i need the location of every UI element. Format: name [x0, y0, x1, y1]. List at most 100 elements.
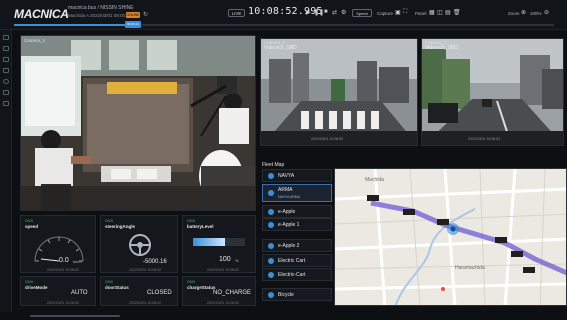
fleet-item-name: Bicycle — [278, 292, 294, 298]
street-view-image-1 — [261, 39, 417, 145]
fleet-item[interactable]: e-Apple — [262, 205, 332, 218]
charge-status-tag: DBW — [187, 280, 196, 284]
camera-side-name: Videorch_SBD — [425, 45, 458, 51]
drive-mode-timestamp: 2022/03/01 10:08:52 — [47, 301, 80, 305]
playback-clock: 10:08:52.995 — [248, 6, 323, 17]
dashboard-icon[interactable] — [3, 46, 9, 51]
speed-card: DBW speed 0.0 km/h 2022/03/01 10:08:52 — [20, 215, 96, 273]
drive-mode-title: driveMode — [25, 285, 48, 290]
timeline-handle[interactable]: 00:05:44 — [124, 21, 141, 28]
camera-front-name: Videorch_SBD — [264, 45, 297, 51]
live-button[interactable]: LIVE — [228, 9, 245, 17]
capture-label: Capture — [377, 11, 394, 16]
speed-select[interactable]: Speed — [352, 9, 372, 17]
panel-label: Panel — [415, 11, 427, 16]
steering-title: steeringAngle — [105, 224, 136, 229]
speed-timestamp: 2022/03/01 10:08:52 — [47, 268, 80, 272]
door-status-timestamp: 2022/03/01 10:08:52 — [129, 301, 162, 305]
drive-mode-card: DBW driveMode AUTO 2022/03/01 10:08:52 — [20, 276, 96, 306]
bottom-scrollbar[interactable] — [0, 312, 567, 320]
left-sidebar — [0, 30, 12, 320]
door-status-tag: DBW — [105, 280, 114, 284]
settings-rail-icon[interactable] — [3, 101, 9, 106]
vehicle-status-icon — [268, 272, 274, 278]
map-icon[interactable] — [3, 68, 9, 73]
battery-title: batteryLevel — [187, 224, 214, 229]
vehicle-status-icon — [268, 190, 274, 196]
zoom-in-icon[interactable]: ⊕ — [521, 9, 526, 16]
fleet-item[interactable]: Electric-Cart — [262, 268, 332, 281]
fleet-item[interactable]: Bicycle — [262, 288, 332, 301]
map-label-1: Haramachida — [455, 265, 485, 271]
map-label-0: Machida — [365, 177, 384, 183]
camera-icon[interactable]: ▣ — [395, 9, 401, 16]
vehicle-status-icon — [268, 222, 274, 228]
map-image: Machida Haramachida — [335, 169, 566, 305]
camera-side-timestamp: 2022/03/01 10:08:52 — [468, 137, 501, 141]
timeline-fill — [14, 24, 133, 26]
brand-logo: MACNICA — [14, 7, 69, 21]
panel-grid-icon[interactable]: ▦ — [429, 9, 435, 16]
battery-card: DBW batteryLevel 100 % 2022/03/01 10:08:… — [182, 215, 256, 273]
zoom-out-icon[interactable]: ⊖ — [544, 9, 549, 16]
vehicle-status-icon — [268, 243, 274, 249]
status-badge: ONLINE — [126, 12, 140, 18]
document-icon[interactable] — [3, 90, 9, 95]
charge-status-value: NO_CHARGE — [213, 290, 252, 296]
speed-value: 0.0 — [59, 257, 69, 264]
route-subtitle: Machida A — [68, 13, 90, 18]
fleet-map-title: Fleet Map — [262, 162, 285, 168]
charge-status-timestamp: 2022/03/01 10:08:52 — [207, 301, 240, 305]
battery-bar-fill — [193, 238, 226, 246]
layout-icon[interactable]: ▤ — [445, 9, 451, 16]
fleet-item-name: e-Apple 2 — [278, 243, 300, 249]
loop-icon[interactable]: ⇄ — [332, 9, 337, 16]
street-view-image-2 — [422, 39, 563, 145]
stop-icon[interactable]: ■ — [324, 9, 328, 15]
delete-icon[interactable]: 🗑 — [453, 9, 461, 16]
fleet-item-name: Electric-Cart — [278, 272, 306, 278]
fleet-map[interactable]: Machida Haramachida — [334, 168, 567, 306]
pause-icon[interactable]: ❚❚ — [314, 9, 324, 16]
camera-front-view[interactable]: Camera_2 Videorch_SBD 2022/03/01 10:08:5… — [260, 38, 418, 146]
camera-main-label: Camera_1 — [24, 38, 46, 43]
menu-icon[interactable] — [3, 35, 9, 40]
speed-unit: km/h — [73, 259, 82, 264]
steering-wheel-icon — [129, 234, 151, 256]
vehicle-status-icon — [268, 209, 274, 215]
camera-list-icon[interactable] — [3, 57, 9, 62]
fleet-item-name: NAVYA — [278, 173, 295, 179]
steering-value: -5000.16 — [143, 259, 167, 265]
camera-main-view[interactable]: Camera_1 — [20, 35, 256, 211]
zoom-label: Zoom — [508, 11, 520, 16]
vehicle-status-icon — [268, 292, 274, 298]
settings-icon[interactable]: ⚙ — [341, 9, 346, 16]
battery-unit: % — [235, 258, 239, 263]
battery-value: 100 — [219, 256, 231, 263]
door-status-value: CLOSED — [147, 290, 172, 296]
scrollbar-thumb[interactable] — [30, 315, 120, 317]
fleet-item[interactable]: Electric Cart — [262, 254, 332, 267]
fullscreen-icon[interactable]: ⛶ — [403, 9, 407, 16]
vehicle-status-icon — [268, 173, 274, 179]
fleet-item[interactable]: e-Apple 1 — [262, 218, 332, 231]
door-status-card: DBW doorStatus CLOSED 2022/03/01 10:08:5… — [100, 276, 178, 306]
camera-side-view[interactable]: Camera_3 Videorch_SBD 2022/03/01 10:08:5… — [421, 38, 564, 146]
fleet-item[interactable]: NAVYA — [262, 169, 332, 182]
battery-timestamp: 2022/03/01 10:08:52 — [207, 268, 240, 272]
route-title: macnica bus / NISSIN SHINE — [68, 5, 134, 11]
drive-mode-value: AUTO — [71, 290, 88, 296]
play-icon[interactable]: ▶ — [306, 9, 311, 16]
user-icon[interactable] — [3, 79, 9, 84]
door-status-title: doorStatus — [105, 285, 129, 290]
speed-tag: DBW — [25, 219, 34, 223]
panel-split-icon[interactable]: ◫ — [437, 9, 443, 16]
charge-status-title: chargeStatus — [187, 285, 216, 290]
refresh-icon[interactable]: ↻ — [143, 11, 148, 18]
fleet-item-subtitle: NAVYA ARMA — [278, 195, 301, 199]
fleet-item[interactable]: e-Apple 2 — [262, 239, 332, 252]
fleet-item[interactable]: ARMA NAVYA ARMA — [262, 184, 332, 202]
fleet-item-name: e-Apple — [278, 209, 296, 215]
fleet-item-name: ARMA — [278, 187, 293, 193]
speed-title: speed — [25, 224, 39, 229]
